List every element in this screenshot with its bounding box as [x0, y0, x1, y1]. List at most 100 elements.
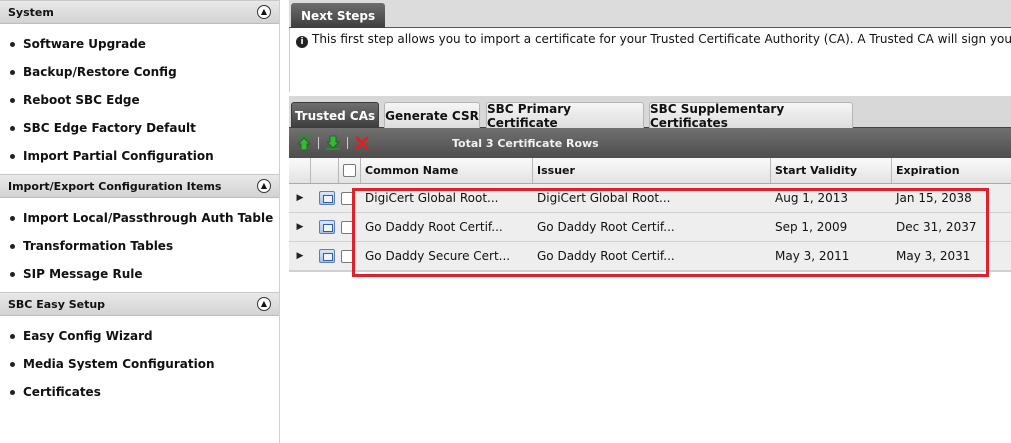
column-start-validity[interactable]: Start Validity [771, 158, 892, 183]
bullet-icon [10, 243, 15, 249]
bullet-icon [10, 97, 15, 103]
sidebar-item-software-upgrade[interactable]: Software Upgrade [0, 30, 279, 58]
grid-header: Common Name Issuer Start Validity Expira… [289, 158, 1011, 184]
expand-row-icon[interactable]: ▶ [297, 251, 304, 261]
cell-issuer: DigiCert Global Root... [537, 191, 671, 205]
sidebar-item-label: Easy Config Wizard [23, 329, 153, 343]
sidebar-item-label: SBC Edge Factory Default [23, 121, 196, 135]
column-common-name[interactable]: Common Name [361, 158, 533, 183]
section-system: System ▲ Software Upgrade Backup/Restore… [0, 0, 279, 174]
bullet-icon [10, 41, 15, 47]
cell-expiration: May 3, 2031 [896, 249, 971, 263]
section-title: Import/Export Configuration Items [8, 179, 222, 193]
bullet-icon [10, 333, 15, 339]
bullet-icon [10, 389, 15, 395]
row-checkbox[interactable] [341, 249, 354, 263]
sidebar-item-label: SIP Message Rule [23, 267, 143, 281]
sidebar-item-media-system-config[interactable]: Media System Configuration [0, 350, 279, 378]
import-arrow-up-icon[interactable] [296, 135, 312, 151]
bullet-icon [10, 361, 15, 367]
select-all-column-header [339, 158, 361, 183]
table-row[interactable]: ▶ Go Daddy Root Certif... Go Daddy Root … [289, 213, 1011, 242]
tab-sbc-supplementary-certificates[interactable]: SBC Supplementary Certificates [649, 102, 853, 130]
certificate-icon [319, 191, 335, 205]
sidebar-item-sip-message-rule[interactable]: SIP Message Rule [0, 260, 279, 288]
cell-start-validity: Aug 1, 2013 [775, 191, 849, 205]
section-easy-setup: SBC Easy Setup ▲ Easy Config Wizard Medi… [0, 292, 279, 410]
bullet-icon [10, 271, 15, 277]
table-row[interactable]: ▶ Go Daddy Secure Cert... Go Daddy Root … [289, 242, 1011, 271]
tab-next-steps[interactable]: Next Steps [291, 3, 386, 28]
expand-row-icon[interactable]: ▶ [297, 193, 304, 203]
cell-common-name: Go Daddy Root Certif... [365, 220, 503, 234]
sidebar-item-label: Media System Configuration [23, 357, 215, 371]
cell-common-name: DigiCert Global Root... [365, 191, 499, 205]
sidebar-item-label: Transformation Tables [23, 239, 174, 253]
sidebar-item-easy-config-wizard[interactable]: Easy Config Wizard [0, 322, 279, 350]
bullet-icon [10, 125, 15, 131]
certificate-icon [319, 249, 335, 263]
next-steps-body: i This first step allows you to import a … [289, 28, 1011, 92]
next-steps-tabbar: Next Steps [289, 0, 1011, 28]
sidebar-item-backup-restore[interactable]: Backup/Restore Config [0, 58, 279, 86]
info-icon: i [296, 36, 308, 48]
sidebar-item-label: Backup/Restore Config [23, 65, 177, 79]
toolbar-separator [347, 137, 348, 149]
column-expiration[interactable]: Expiration [892, 158, 1011, 183]
expander-column-header [289, 158, 311, 183]
expand-row-icon[interactable]: ▶ [297, 222, 304, 232]
sidebar-item-label: Software Upgrade [23, 37, 146, 51]
export-arrow-down-icon[interactable] [325, 135, 341, 151]
grid-toolbar: Total 3 Certificate Rows [289, 128, 1011, 158]
certificate-tabs: Trusted CAs Generate CSR SBC Primary Cer… [289, 96, 1011, 130]
section-header-easy-setup[interactable]: SBC Easy Setup ▲ [0, 292, 279, 316]
icon-column-header [311, 158, 339, 183]
cell-issuer: Go Daddy Root Certif... [537, 220, 675, 234]
collapse-icon[interactable]: ▲ [257, 5, 271, 19]
collapse-icon[interactable]: ▲ [257, 297, 271, 311]
table-row[interactable]: ▶ DigiCert Global Root... DigiCert Globa… [289, 184, 1011, 213]
delete-x-icon[interactable] [354, 135, 370, 151]
section-title: SBC Easy Setup [8, 297, 106, 311]
tab-sbc-primary-certificate[interactable]: SBC Primary Certificate [486, 102, 644, 130]
next-steps-panel: Next Steps i This first step allows you t… [289, 0, 1011, 92]
cell-start-validity: Sep 1, 2009 [775, 220, 848, 234]
sidebar-item-transformation-tables[interactable]: Transformation Tables [0, 232, 279, 260]
sidebar-item-certificates[interactable]: Certificates [0, 378, 279, 406]
sidebar-item-reboot[interactable]: Reboot SBC Edge [0, 86, 279, 114]
section-title: System [8, 5, 54, 19]
row-checkbox[interactable] [341, 191, 354, 205]
certificate-grid: Common Name Issuer Start Validity Expira… [289, 158, 1011, 443]
cell-common-name: Go Daddy Secure Cert... [365, 249, 511, 263]
sidebar-item-label: Reboot SBC Edge [23, 93, 140, 107]
toolbar-separator [318, 137, 319, 149]
total-rows-label: Total 3 Certificate Rows [452, 136, 599, 150]
sidebar-item-import-auth-table[interactable]: Import Local/Passthrough Auth Table [0, 204, 279, 232]
section-import-export: Import/Export Configuration Items ▲ Impo… [0, 174, 279, 292]
sidebar-item-factory-default[interactable]: SBC Edge Factory Default [0, 114, 279, 142]
next-steps-message: This first step allows you to import a c… [312, 32, 1011, 46]
sidebar-item-label: Certificates [23, 385, 101, 399]
column-issuer[interactable]: Issuer [533, 158, 771, 183]
sidebar-item-import-partial[interactable]: Import Partial Configuration [0, 142, 279, 170]
certificates-panel: Trusted CAs Generate CSR SBC Primary Cer… [289, 96, 1011, 443]
select-all-checkbox[interactable] [343, 164, 356, 177]
bullet-icon [10, 153, 15, 159]
section-header-import-export[interactable]: Import/Export Configuration Items ▲ [0, 174, 279, 198]
cell-issuer: Go Daddy Root Certif... [537, 249, 675, 263]
sidebar: System ▲ Software Upgrade Backup/Restore… [0, 0, 280, 443]
cell-expiration: Jan 15, 2038 [896, 191, 972, 205]
bullet-icon [10, 215, 15, 221]
row-checkbox[interactable] [341, 220, 354, 234]
cell-expiration: Dec 31, 2037 [896, 220, 977, 234]
section-header-system[interactable]: System ▲ [0, 0, 279, 24]
collapse-icon[interactable]: ▲ [257, 179, 271, 193]
certificate-icon [319, 220, 335, 234]
grid-empty-area [289, 271, 1011, 443]
bullet-icon [10, 69, 15, 75]
tab-trusted-cas[interactable]: Trusted CAs [291, 102, 379, 128]
sidebar-item-label: Import Local/Passthrough Auth Table [23, 211, 274, 225]
cell-start-validity: May 3, 2011 [775, 249, 850, 263]
tab-generate-csr[interactable]: Generate CSR [384, 102, 480, 128]
sidebar-item-label: Import Partial Configuration [23, 149, 214, 163]
